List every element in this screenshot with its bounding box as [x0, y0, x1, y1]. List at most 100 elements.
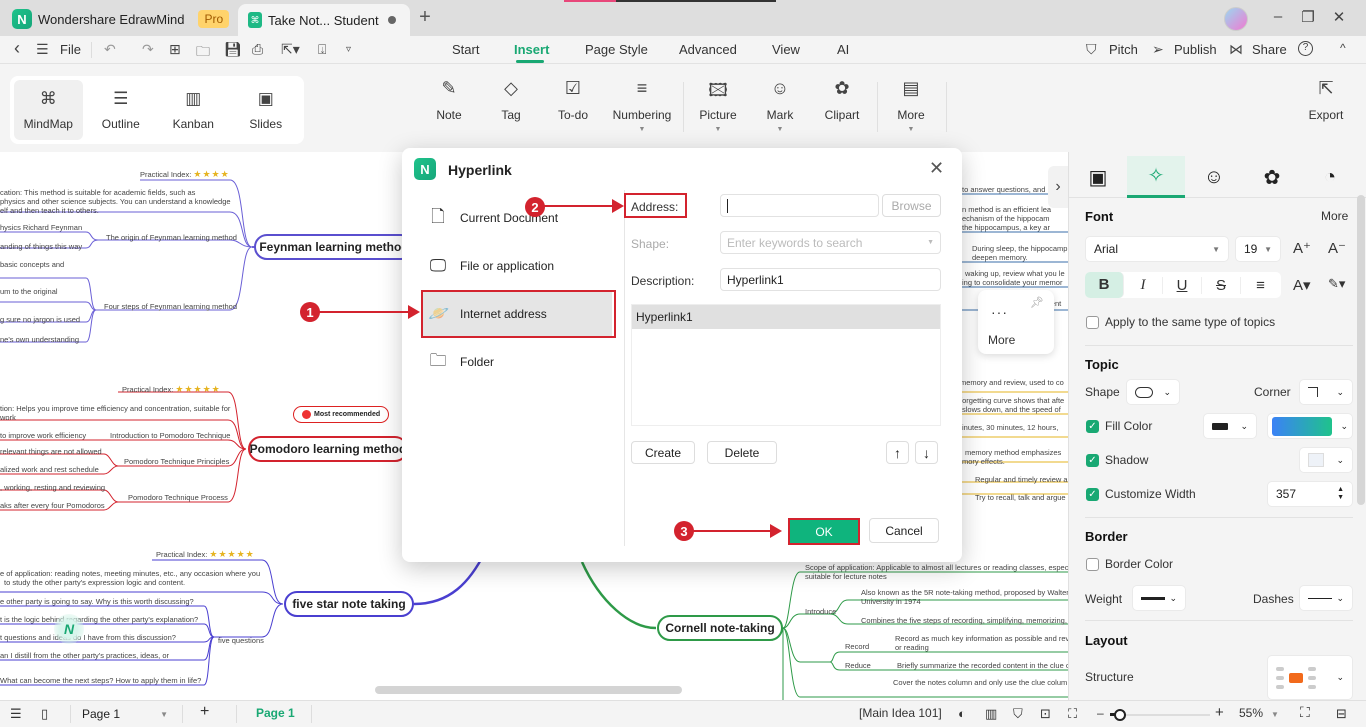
node-text[interactable]: Try to recall, talk and argue — [975, 493, 1066, 502]
new-tab-button[interactable]: + — [414, 6, 436, 29]
node-text[interactable]: Reduce — [845, 661, 871, 670]
undo-icon[interactable]: ↶ — [104, 41, 116, 58]
collapse-ribbon-icon[interactable]: ^ — [1340, 41, 1346, 55]
zoom-slider-handle[interactable] — [1114, 709, 1126, 721]
edrawmind-ai-assistant-icon[interactable]: N — [54, 614, 84, 644]
node-text[interactable]: g sure no jargon is used — [0, 315, 80, 324]
history-tab-icon[interactable]: ◔ — [1301, 156, 1359, 198]
style-tab-icon[interactable]: ▣ — [1069, 156, 1127, 198]
node-text[interactable]: to answer questions, and i — [962, 185, 1049, 194]
node-text[interactable]: , working, resting and reviewing — [0, 483, 105, 492]
canvas-horizontal-scrollbar[interactable] — [375, 686, 682, 694]
restore-button[interactable]: ❐ — [1298, 8, 1318, 26]
italic-icon[interactable]: I — [1124, 276, 1163, 294]
node-text[interactable]: waking up, review what you le — [965, 269, 1065, 278]
tab-advanced[interactable]: Advanced — [679, 42, 737, 57]
view-kanban-button[interactable]: ▥ Kanban — [159, 80, 228, 140]
corner-select[interactable]: ⌄ — [1299, 379, 1353, 405]
presentation-icon[interactable]: ⛉ — [1013, 706, 1023, 722]
node-text[interactable]: Practical Index: ★★★★★ — [122, 384, 221, 395]
node-text[interactable]: elf and then teach it to others. — [0, 206, 99, 215]
customize-width-checkbox[interactable]: ✓ — [1086, 488, 1099, 501]
fit-page-icon[interactable]: ⊡ — [1040, 706, 1051, 722]
node-text[interactable]: Pomodoro Technique Process — [128, 493, 228, 502]
underline-icon[interactable]: U — [1163, 276, 1202, 294]
book-view-icon[interactable]: ▥ — [985, 706, 997, 722]
shadow-checkbox[interactable]: ✓ — [1086, 454, 1099, 467]
mark-tab-icon[interactable]: ☺ — [1185, 156, 1243, 198]
move-down-button[interactable]: ↓ — [915, 441, 938, 464]
bold-icon[interactable]: B — [1085, 272, 1124, 298]
more-tools-chevron-icon[interactable]: ▿ — [346, 44, 351, 55]
node-text[interactable]: What can become the next steps? How to a… — [0, 676, 201, 685]
strikethrough-icon[interactable]: S — [1202, 276, 1241, 294]
fill-pattern-select[interactable]: ⌄ — [1203, 413, 1257, 439]
chevron-down-icon[interactable]: ▼ — [1271, 710, 1279, 719]
node-text[interactable]: memory and review, used to co — [960, 378, 1064, 387]
node-text[interactable]: n method is an efficient lea — [962, 205, 1051, 214]
node-text[interactable]: to improve work efficiency — [0, 431, 86, 440]
node-text[interactable]: or reading — [895, 643, 929, 652]
decrease-font-icon[interactable]: A⁻ — [1328, 239, 1346, 257]
node-text[interactable]: anding of things this way — [0, 242, 82, 251]
node-text[interactable]: work — [0, 413, 16, 422]
node-text[interactable]: the hippocampus, a key ar — [962, 223, 1050, 232]
user-avatar[interactable] — [1224, 7, 1248, 31]
clipart-tab-icon[interactable]: ✿ — [1243, 156, 1301, 198]
zoom-level[interactable]: 55% — [1239, 706, 1263, 720]
more-button[interactable]: ▤ More ▼ — [879, 78, 943, 133]
node-text[interactable]: alized work and rest schedule — [0, 465, 99, 474]
node-text[interactable]: physics and other science subjects. You … — [0, 197, 231, 206]
node-text[interactable]: slows down, and the speed of — [962, 405, 1061, 414]
apply-same-checkbox[interactable] — [1086, 316, 1099, 329]
back-icon[interactable]: ‹ — [14, 38, 20, 59]
node-text[interactable]: Combines the five steps of recording, si… — [861, 616, 1068, 625]
view-outline-button[interactable]: ☰ Outline — [87, 80, 156, 140]
node-text[interactable]: Four steps of Feynman learning method — [104, 302, 237, 311]
node-text[interactable]: The origin of Feynman learning method — [106, 233, 237, 242]
node-text[interactable]: inutes, 30 minutes, 12 hours, — [962, 423, 1058, 432]
node-text[interactable]: Practical Index: ★★★★★ — [156, 549, 255, 560]
border-color-checkbox[interactable] — [1086, 558, 1099, 571]
font-color-icon[interactable]: A▾ — [1293, 276, 1311, 294]
zoom-slider-track[interactable] — [1110, 709, 1210, 721]
shadow-color-select[interactable]: ⌄ — [1299, 447, 1353, 473]
node-text[interactable]: hysics Richard Feynman — [0, 223, 82, 232]
tab-insert[interactable]: Insert — [514, 42, 549, 57]
node-text[interactable]: Regular and timely review a — [975, 475, 1068, 484]
node-text[interactable]: University in 1974 — [861, 597, 921, 606]
font-more-link[interactable]: More — [1321, 209, 1348, 223]
tab-page-style[interactable]: Page Style — [585, 42, 648, 57]
save-icon[interactable]: 💾︎ — [224, 41, 242, 58]
node-text[interactable]: Record as much key information as possib… — [895, 634, 1068, 643]
tab-view[interactable]: View — [772, 42, 800, 57]
topic-pomodoro[interactable]: Pomodoro learning method — [248, 436, 408, 462]
panel-scrollbar[interactable] — [1357, 195, 1365, 505]
node-text[interactable]: five questions — [218, 636, 264, 645]
clipart-button[interactable]: ✿ Clipart — [810, 78, 874, 122]
node-text[interactable]: t questions and ideas do I have from thi… — [0, 633, 176, 642]
delete-button[interactable]: Delete — [707, 441, 777, 464]
publish-button[interactable]: Publish — [1174, 42, 1217, 57]
stepper-arrows-icon[interactable]: ▲ ▼ — [1337, 486, 1344, 502]
export-button[interactable]: ⇱ Export — [1294, 78, 1358, 122]
dialog-close-button[interactable]: ✕ — [929, 158, 944, 179]
node-text[interactable]: During sleep, the hippocamp — [972, 244, 1067, 253]
node-text[interactable]: forgetting curve shows that afte — [960, 396, 1064, 405]
shape-search-input[interactable]: Enter keywords to search ▼ — [720, 231, 941, 254]
mouse-mode-icon[interactable]: ◐ — [958, 706, 966, 721]
fill-color-select[interactable]: ⌄ — [1267, 413, 1353, 439]
most-recommended-callout[interactable]: Most recommended — [293, 406, 390, 423]
node-text[interactable]: mory effects. — [962, 457, 1005, 466]
share-button[interactable]: Share — [1252, 42, 1287, 57]
pitch-button[interactable]: Pitch — [1109, 42, 1138, 57]
redo-icon[interactable]: ↷ — [142, 41, 154, 58]
view-mindmap-button[interactable]: ⌘ MindMap — [14, 80, 83, 140]
align-icon[interactable]: ≡ — [1241, 277, 1280, 294]
node-text[interactable]: echanism of the hippocam — [962, 214, 1050, 223]
numbering-button[interactable]: ≡ Numbering ▼ — [610, 78, 674, 133]
node-text[interactable]: um to the original — [0, 287, 58, 296]
open-folder-icon[interactable]: 🗀 — [196, 41, 210, 65]
node-text[interactable]: t is the logic behind regarding the othe… — [0, 615, 198, 624]
export-share-icon[interactable]: ⇱▾ — [281, 41, 300, 58]
